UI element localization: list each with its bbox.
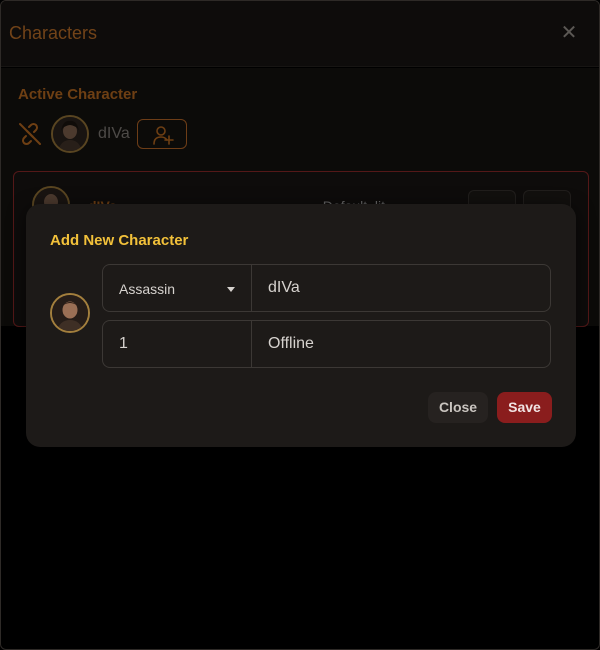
chevron-down-icon bbox=[227, 287, 235, 292]
level-value: 1 bbox=[119, 335, 128, 352]
dialog-title: Add New Character bbox=[50, 232, 189, 249]
class-select-value: Assassin bbox=[119, 281, 176, 297]
mode-value: Offline bbox=[268, 335, 314, 352]
save-button[interactable]: Save bbox=[497, 392, 552, 423]
close-button[interactable]: Close bbox=[428, 392, 488, 423]
characters-window: Characters ✕ Active Character dIVa Add N… bbox=[0, 0, 600, 650]
character-name-value: dIVa bbox=[268, 279, 300, 296]
level-input[interactable]: 1 bbox=[102, 320, 252, 368]
mode-input[interactable]: Offline bbox=[251, 320, 551, 368]
class-select[interactable]: Assassin bbox=[102, 264, 252, 312]
new-character-avatar[interactable] bbox=[50, 293, 90, 333]
add-character-dialog: Add New Character Assassin dIVa 1 Offlin… bbox=[26, 204, 576, 447]
character-name-input[interactable]: dIVa bbox=[251, 264, 551, 312]
